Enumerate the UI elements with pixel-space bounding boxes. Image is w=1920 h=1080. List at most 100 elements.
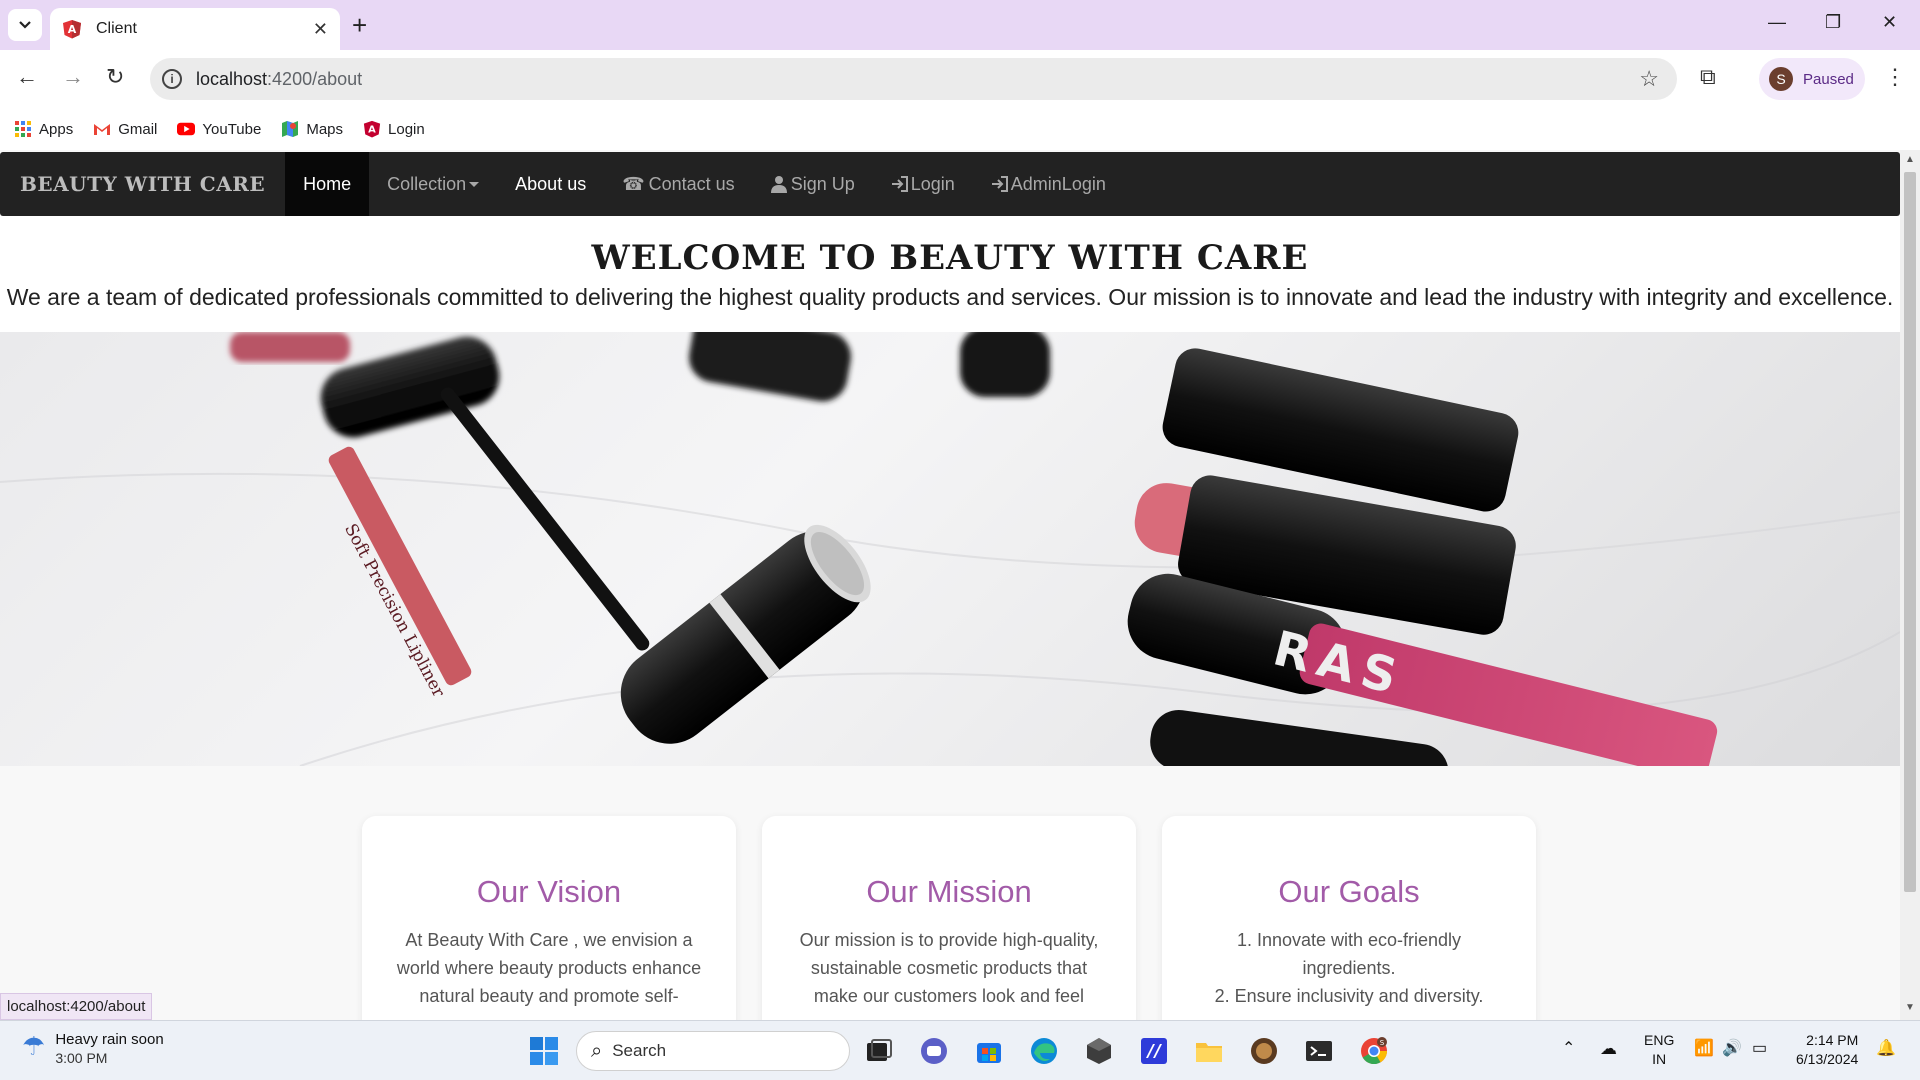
page-scrollbar[interactable]: ▲ ▼ <box>1900 150 1920 1020</box>
volume-icon[interactable]: 🔊 <box>1722 1039 1742 1058</box>
browser-menu-icon[interactable]: ⋮ <box>1884 64 1906 90</box>
address-bar[interactable]: i localhost:4200/about ☆ <box>150 58 1677 100</box>
close-window-icon[interactable]: ✕ <box>1882 12 1897 33</box>
bookmark-youtube[interactable]: YouTube <box>177 120 261 138</box>
chrome-profile-badge: S <box>1380 1039 1385 1047</box>
file-explorer-icon[interactable] <box>1193 1035 1225 1067</box>
youtube-icon <box>177 122 196 136</box>
login-icon <box>991 176 1008 192</box>
angular-icon: A <box>63 20 81 39</box>
svg-text:A: A <box>68 23 77 36</box>
apps-grid-icon <box>15 121 31 137</box>
maps-icon <box>282 121 299 137</box>
app-cube-icon[interactable] <box>1083 1035 1115 1067</box>
search-placeholder: Search <box>612 1041 667 1060</box>
bookmark-apps[interactable]: Apps <box>14 120 73 138</box>
nav-collection-dropdown[interactable]: Collection <box>369 152 497 216</box>
bookmark-login[interactable]: A Login <box>363 120 425 138</box>
scroll-down-icon[interactable]: ▼ <box>1905 1002 1915 1013</box>
angular-icon: A <box>363 120 381 138</box>
bookmark-label: Login <box>388 120 425 138</box>
mission-card: Our Mission Our mission is to provide hi… <box>762 816 1136 1020</box>
nav-admin-login[interactable]: AdminLogin <box>973 152 1124 216</box>
login-icon <box>891 176 908 192</box>
site-navbar: BEAUTY WITH CARE Home Collection About u… <box>0 152 1900 216</box>
restore-icon[interactable]: ❐ <box>1825 12 1841 33</box>
clock-date: 6/13/2024 <box>1796 1051 1859 1067</box>
taskbar-search[interactable]: ⌕ Search <box>576 1031 850 1071</box>
chrome-icon[interactable]: S <box>1358 1035 1390 1067</box>
nav-signup[interactable]: Sign Up <box>753 152 873 216</box>
bookmark-label: Gmail <box>118 120 158 138</box>
back-icon[interactable]: ← <box>16 64 38 90</box>
extensions-puzzle-icon[interactable]: ⧉ <box>1700 64 1716 90</box>
nav-home[interactable]: Home <box>285 152 370 216</box>
close-tab-icon[interactable]: ✕ <box>313 19 328 40</box>
profile-status: Paused <box>1803 70 1854 88</box>
windows-start-icon[interactable] <box>528 1035 560 1067</box>
scrollbar-thumb[interactable] <box>1904 172 1916 892</box>
reload-icon[interactable]: ↻ <box>106 64 124 90</box>
clock-time: 2:14 PM <box>1806 1032 1859 1048</box>
browser-toolbar: ← → ↻ i localhost:4200/about ☆ ⧉ S Pause… <box>0 50 1920 108</box>
bookmark-gmail[interactable]: Gmail <box>93 120 157 138</box>
card-title: Our Goals <box>1278 874 1420 909</box>
microsoft-store-icon[interactable] <box>973 1035 1005 1067</box>
weather-widget[interactable]: ☂ Heavy rain soon 3:00 PM <box>22 1031 164 1066</box>
nav-contact[interactable]: ☎ Contact us <box>604 152 752 216</box>
card-title: Our Mission <box>866 874 1032 909</box>
onedrive-icon[interactable]: ☁ <box>1600 1039 1617 1058</box>
card-text: 1. Innovate with eco-friendly ingredients… <box>1214 930 1484 1006</box>
minimize-icon[interactable]: — <box>1768 12 1786 33</box>
page-title: WELCOME TO BEAUTY WITH CARE <box>591 238 1309 278</box>
show-hidden-icons-icon[interactable]: ⌃ <box>1562 1039 1575 1058</box>
nav-about[interactable]: About us <box>497 152 604 216</box>
profile-button[interactable]: S Paused <box>1759 58 1865 100</box>
rain-umbrella-icon: ☂ <box>22 1031 46 1061</box>
vision-card: Our Vision At Beauty With Care , we envi… <box>362 816 736 1020</box>
tab-search-button[interactable] <box>8 9 42 41</box>
status-bar-url: localhost:4200/about <box>0 993 153 1020</box>
bookmarks-bar: Apps Gmail YouTube Maps A Login <box>0 108 1920 150</box>
forward-icon[interactable]: → <box>62 64 84 90</box>
terminal-icon[interactable] <box>1303 1035 1335 1067</box>
task-view-icon[interactable] <box>863 1035 895 1067</box>
caret-down-icon <box>469 181 480 187</box>
teams-chat-icon[interactable] <box>918 1035 950 1067</box>
app-emblem-icon[interactable] <box>1248 1035 1280 1067</box>
language-indicator[interactable]: ENG IN <box>1644 1031 1674 1069</box>
clock[interactable]: 2:14 PM 6/13/2024 <box>1796 1031 1858 1069</box>
scroll-up-icon[interactable]: ▲ <box>1905 154 1915 165</box>
weather-title: Heavy rain soon <box>55 1031 164 1048</box>
hero-banner-image: Soft Precision Lipliner RAS <box>0 332 1900 766</box>
browser-tab-strip: A Client ✕ + — ❐ ✕ <box>0 0 1920 50</box>
info-cards: Our Vision At Beauty With Care , we envi… <box>362 816 1536 1020</box>
gmail-icon <box>94 124 111 135</box>
card-text: At Beauty With Care , we envision a world… <box>396 930 702 1006</box>
bookmark-label: Maps <box>306 120 344 138</box>
battery-icon[interactable]: ▭ <box>1752 1039 1767 1058</box>
browser-tab-active[interactable]: A Client ✕ <box>50 8 340 50</box>
windows-taskbar: ☂ Heavy rain soon 3:00 PM ⌕ Search S ⌃ ☁… <box>0 1020 1920 1080</box>
phone-icon: ☎ <box>622 173 645 194</box>
edge-browser-icon[interactable] <box>1028 1035 1060 1067</box>
intro-paragraph: We are a team of dedicated professionals… <box>6 284 1894 310</box>
welcome-section: WELCOME TO BEAUTY WITH CARE We are a tea… <box>0 216 1900 332</box>
bookmark-maps[interactable]: Maps <box>281 120 343 138</box>
notification-bell-icon[interactable]: 🔔 <box>1876 1039 1896 1058</box>
new-tab-button[interactable]: + <box>352 12 367 38</box>
site-brand[interactable]: BEAUTY WITH CARE <box>0 172 285 196</box>
visual-studio-icon[interactable] <box>1138 1035 1170 1067</box>
site-info-icon[interactable]: i <box>162 69 182 89</box>
wifi-icon[interactable]: 📶 <box>1694 1039 1714 1058</box>
tab-title: Client <box>96 20 137 37</box>
search-icon: ⌕ <box>591 1039 603 1062</box>
nav-login[interactable]: Login <box>873 152 973 216</box>
weather-time: 3:00 PM <box>55 1050 108 1066</box>
goals-card: Our Goals 1. Innovate with eco-friendly i… <box>1162 816 1536 1020</box>
svg-text:A: A <box>368 125 376 136</box>
bookmark-star-icon[interactable]: ☆ <box>1639 66 1659 92</box>
url-text: localhost:4200/about <box>196 68 363 89</box>
card-text: Our mission is to provide high-quality, s… <box>799 930 1099 1006</box>
avatar: S <box>1769 67 1793 91</box>
